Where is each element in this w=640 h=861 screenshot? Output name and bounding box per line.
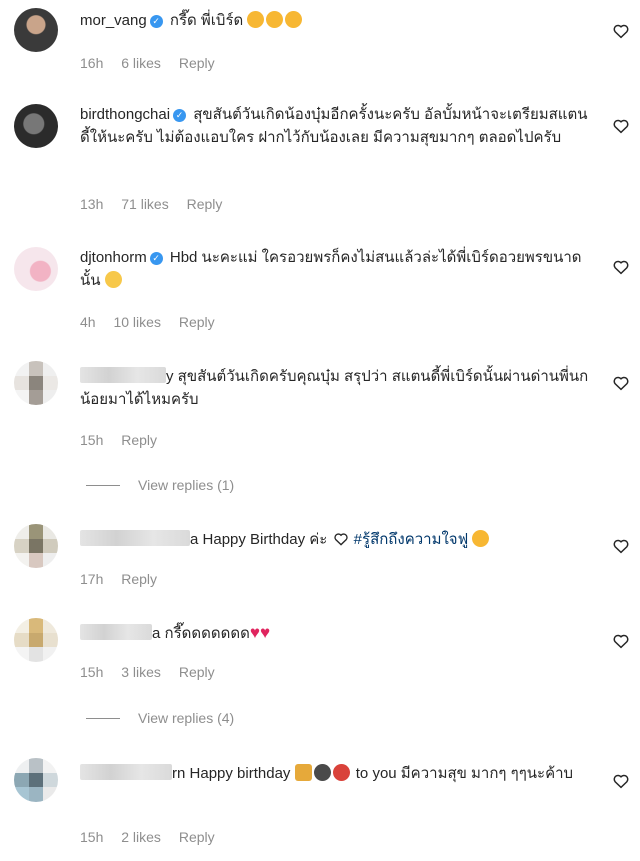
avatar[interactable] bbox=[14, 8, 58, 52]
comment-username[interactable]: y bbox=[166, 368, 174, 385]
comment-username[interactable]: a bbox=[152, 625, 160, 642]
heart-outline-icon[interactable] bbox=[612, 374, 630, 392]
divider-line bbox=[86, 717, 120, 719]
comment-time: 17h bbox=[80, 571, 104, 587]
party-emoji-icon bbox=[294, 764, 352, 782]
verified-badge-icon: ✓ bbox=[149, 252, 163, 265]
comment-meta: 4h 10 likes Reply bbox=[80, 314, 229, 330]
comment-meta: 16h 6 likes Reply bbox=[80, 55, 229, 71]
comment-likes[interactable]: 71 likes bbox=[121, 196, 168, 212]
heart-outline-icon[interactable] bbox=[612, 117, 630, 135]
comment-body: a กรี๊ดดดดดดด♥♥ bbox=[80, 621, 590, 645]
comment-time: 15h bbox=[80, 829, 104, 845]
comment-text: Happy birthday bbox=[189, 765, 291, 782]
comment-text: กรี๊ดดดดดดด bbox=[164, 625, 250, 642]
blurred-username bbox=[80, 530, 190, 546]
laughing-emoji-icon bbox=[104, 271, 122, 288]
comment-time: 4h bbox=[80, 314, 96, 330]
comment-text-2: to you มีความสุข มากๆ ๆๆนะค้าบ bbox=[355, 765, 574, 782]
comment-time: 15h bbox=[80, 432, 104, 448]
comment-body: mor_vang ✓ กรี๊ด พี่เบิร์ด bbox=[80, 9, 590, 32]
smiling-hearts-emoji-icon bbox=[472, 530, 490, 547]
blurred-username bbox=[80, 367, 166, 383]
comment-body: djtonhorm ✓ Hbd นะคะแม่ ใครอวยพรก็คงไม่สน… bbox=[80, 246, 590, 292]
reply-button[interactable]: Reply bbox=[179, 829, 215, 845]
view-replies-label[interactable]: View replies (1) bbox=[138, 477, 234, 493]
divider-line bbox=[86, 484, 120, 486]
comment-meta: 15h 3 likes Reply bbox=[80, 664, 229, 680]
hashtag-link[interactable]: #รู้สึกถึงความใจฟู bbox=[354, 531, 469, 548]
comment-meta: 13h 71 likes Reply bbox=[80, 196, 236, 212]
heart-outline-icon[interactable] bbox=[612, 632, 630, 650]
verified-badge-icon: ✓ bbox=[149, 15, 163, 28]
comment-body: y สุขสันต์วันเกิดครับคุณบุ๋ม สรุปว่า สแต… bbox=[80, 365, 590, 411]
avatar[interactable] bbox=[14, 618, 58, 662]
comment-body: rn Happy birthday to you มีความสุข มากๆ … bbox=[80, 762, 590, 785]
red-heart-emoji-icon: ♥♥ bbox=[249, 623, 271, 642]
comment-text: กรี๊ด พี่เบิร์ด bbox=[169, 12, 244, 29]
avatar[interactable] bbox=[14, 524, 58, 568]
white-heart-emoji-icon bbox=[333, 533, 348, 546]
comment-username[interactable]: djtonhorm bbox=[80, 249, 147, 266]
verified-badge-icon: ✓ bbox=[173, 109, 187, 122]
comment-likes[interactable]: 10 likes bbox=[113, 314, 160, 330]
avatar[interactable] bbox=[14, 758, 58, 802]
comment-body: birdthongchai ✓ สุขสันต์วันเกิดน้องบุ๋มอี… bbox=[80, 103, 590, 149]
avatar[interactable] bbox=[14, 247, 58, 291]
heart-outline-icon[interactable] bbox=[612, 258, 630, 276]
reply-button[interactable]: Reply bbox=[179, 664, 215, 680]
comment-meta: 15h Reply bbox=[80, 432, 171, 448]
reply-button[interactable]: Reply bbox=[121, 432, 157, 448]
heart-eyes-emoji-icon bbox=[247, 11, 304, 29]
comment-text: Happy Birthday ค่ะ bbox=[202, 531, 328, 548]
reply-button[interactable]: Reply bbox=[179, 55, 215, 71]
blurred-username bbox=[80, 764, 172, 780]
avatar[interactable] bbox=[14, 361, 58, 405]
heart-outline-icon[interactable] bbox=[612, 772, 630, 790]
comment-body: a Happy Birthday ค่ะ #รู้สึกถึงความใจฟู bbox=[80, 528, 590, 551]
comment-likes[interactable]: 2 likes bbox=[121, 829, 161, 845]
comment-time: 15h bbox=[80, 664, 104, 680]
avatar[interactable] bbox=[14, 104, 58, 148]
comment-username[interactable]: birdthongchai bbox=[80, 106, 170, 123]
comment-meta: 17h Reply bbox=[80, 571, 171, 587]
comment-time: 16h bbox=[80, 55, 104, 71]
heart-outline-icon[interactable] bbox=[612, 537, 630, 555]
heart-outline-icon[interactable] bbox=[612, 22, 630, 40]
blurred-username bbox=[80, 624, 152, 640]
comment-meta: 15h 2 likes Reply bbox=[80, 829, 229, 845]
view-replies-button[interactable]: View replies (4) bbox=[86, 710, 234, 726]
comment-username[interactable]: rn bbox=[172, 765, 185, 782]
reply-button[interactable]: Reply bbox=[179, 314, 215, 330]
comment-likes[interactable]: 6 likes bbox=[121, 55, 161, 71]
comment-username[interactable]: mor_vang bbox=[80, 12, 147, 29]
view-replies-label[interactable]: View replies (4) bbox=[138, 710, 234, 726]
view-replies-button[interactable]: View replies (1) bbox=[86, 477, 234, 493]
comment-likes[interactable]: 3 likes bbox=[121, 664, 161, 680]
reply-button[interactable]: Reply bbox=[121, 571, 157, 587]
comment-time: 13h bbox=[80, 196, 104, 212]
comment-username[interactable]: a bbox=[190, 531, 198, 548]
reply-button[interactable]: Reply bbox=[187, 196, 223, 212]
